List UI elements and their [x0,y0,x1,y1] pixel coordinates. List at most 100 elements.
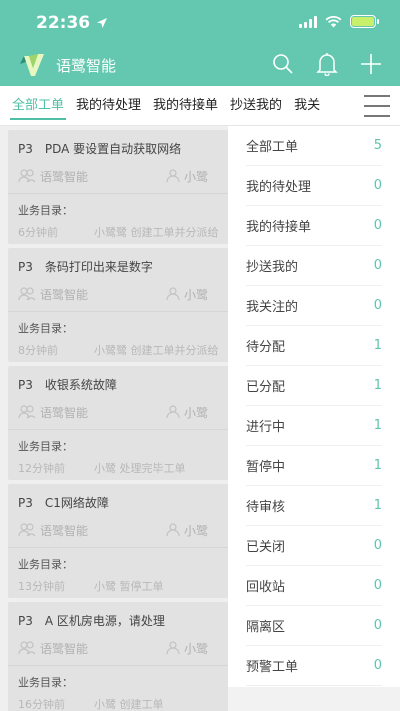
category-label: 业务目录： [18,558,73,571]
priority-label: P3 [18,378,33,392]
filter-item[interactable]: 我的待处理 0 [246,166,382,206]
filter-item[interactable]: 预警工单 0 [246,646,382,686]
category-label: 业务目录： [18,676,73,689]
filter-item[interactable]: 待审核 1 [246,486,382,526]
assignee-name: 小鹭 [184,169,209,184]
plus-icon [361,54,381,74]
filter-count: 0 [373,618,382,633]
people-icon [18,523,36,537]
location-arrow-icon [97,18,108,28]
ticket-title: C1网络故障 [44,496,109,510]
filter-item[interactable]: 隔离区 0 [246,606,382,646]
card-title: P3 条码打印出来是数字 [18,258,228,275]
org-name: 语鹭智能 [40,169,89,184]
search-icon [273,54,293,74]
assignee-info: 小鹭 [166,286,208,303]
ticket-title: A 区机房电源，请处理 [44,614,165,628]
filter-item[interactable]: 我的待接单 0 [246,206,382,246]
filter-count: 1 [373,458,382,473]
filter-label: 我的待接单 [246,220,312,235]
logo-icon [20,54,44,76]
ticket-card[interactable]: P3 PDA 要设置自动获取网络 语鹭智能 小鹭 业务目录： 6分钟前 小鹭鹭 创建工单并分… [8,130,228,244]
card-footer: 6分钟前 小鹭鹭 创建工单并分派给 [18,224,228,240]
card-footer: 12分钟前 小鹭 处理完毕工单 [18,460,228,476]
filter-panel: 全部工单 5 我的待处理 0 我的待接单 0 抄送我的 0 我关注的 0 待分配 1 已分配 1 进行中 1 暂… [228,126,400,687]
filter-count: 0 [373,538,382,553]
people-icon [18,287,36,301]
org-name: 语鹭智能 [40,405,89,420]
card-footer: 13分钟前 小鹭 暂停工单 [18,578,228,594]
filter-item[interactable]: 暂停中 1 [246,446,382,486]
card-meta-row: 语鹭智能 小鹭 [18,285,228,303]
bell-icon [316,53,338,76]
assignee-info: 小鹭 [166,522,208,539]
ticket-card[interactable]: P3 收银系统故障语鹭智能 小鹭业务目录： 12分钟前 小鹭 处理完毕工单 [8,366,228,480]
brand-name: 语鹭智能 [56,56,117,75]
filter-label: 全部工单 [246,140,299,155]
category-label: 业务目录： [18,440,73,453]
priority-label: P3 [18,260,33,274]
priority-label: P3 [18,496,33,510]
header-actions [272,52,382,76]
filter-count: 0 [373,298,382,313]
people-icon [18,405,36,419]
activity-text: 小鹭 创建工单 [94,698,164,711]
activity-text: 小鹭鹭 创建工单并分派给 [94,226,219,239]
filter-item[interactable]: 全部工单 5 [246,126,382,166]
filter-count: 5 [373,138,382,153]
ticket-card[interactable]: P3 C1网络故障语鹭智能 小鹭业务目录： 13分钟前 小鹭 暂停工单 [8,484,228,598]
tab-item[interactable]: 全部工单 [6,86,70,126]
card-title: P3 收银系统故障 [18,376,228,393]
filter-item[interactable]: 抄送我的 0 [246,246,382,286]
menu-button[interactable] [364,95,390,117]
filter-count: 0 [373,178,382,193]
card-title: P3 PDA 要设置自动获取网络 [18,140,228,157]
card-divider [8,547,228,548]
org-name: 语鹭智能 [40,523,89,538]
filter-item[interactable]: 进行中 1 [246,406,382,446]
ticket-card[interactable]: P3 A 区机房电源，请处理 语鹭智能 小鹭 业务目录： 16分钟前 小鹭 创建工单 [8,602,228,711]
filter-item[interactable]: 回收站 0 [246,566,382,606]
ticket-list: P3 PDA 要设置自动获取网络 语鹭智能 小鹭 业务目录： 6分钟前 小鹭鹭 创建工单并分… [0,126,228,711]
filter-label: 待分配 [246,340,286,355]
assignee-info: 小鹭 [166,404,208,421]
filter-label: 已分配 [246,380,286,395]
filter-item[interactable]: 已关闭 0 [246,526,382,566]
battery-icon [350,15,379,28]
tab-item[interactable]: 我的待处理 [70,86,147,126]
tabs-list: 全部工单 我的待处理 我的待接单 抄送我的 我关 [0,86,345,126]
card-meta-row: 语鹭智能 小鹭 [18,639,228,657]
notification-button[interactable] [316,52,338,76]
org-info: 语鹭智能 [18,168,166,185]
filter-count: 0 [373,258,382,273]
filter-item[interactable]: 待分配 1 [246,326,382,366]
org-info: 语鹭智能 [18,522,166,539]
ticket-title: PDA 要设置自动获取网络 [44,142,182,156]
person-icon [166,523,180,537]
filter-item[interactable]: 我关注的 0 [246,286,382,326]
activity-text: 小鹭 处理完毕工单 [94,462,186,475]
filter-item[interactable]: 已分配 1 [246,366,382,406]
ticket-card[interactable]: P3 条码打印出来是数字语鹭智能 小鹭业务目录： 8分钟前 小鹭鹭 创建工单并分派给 [8,248,228,362]
tab-item[interactable]: 我关 [288,86,326,126]
card-meta-row: 语鹭智能 小鹭 [18,403,228,421]
card-divider [8,193,228,194]
card-divider [8,311,228,312]
ticket-title: 条码打印出来是数字 [44,260,153,274]
tab-item[interactable]: 抄送我的 [224,86,288,126]
app-header: 22:36 语鹭智能 [0,0,400,86]
tab-bar: 全部工单 我的待处理 我的待接单 抄送我的 我关 [0,86,400,126]
org-name: 语鹭智能 [40,287,89,302]
category-label: 业务目录： [18,322,73,335]
filter-count: 0 [373,658,382,673]
filter-label: 抄送我的 [246,260,299,275]
add-button[interactable] [360,52,382,76]
card-footer: 8分钟前 小鹭鹭 创建工单并分派给 [18,342,228,358]
time-ago: 6分钟前 [18,226,58,239]
filter-count: 0 [373,578,382,593]
status-time: 22:36 [36,13,108,33]
org-info: 语鹭智能 [18,286,166,303]
tab-item[interactable]: 我的待接单 [147,86,224,126]
search-button[interactable] [272,52,294,76]
card-title: P3 A 区机房电源，请处理 [18,612,228,629]
